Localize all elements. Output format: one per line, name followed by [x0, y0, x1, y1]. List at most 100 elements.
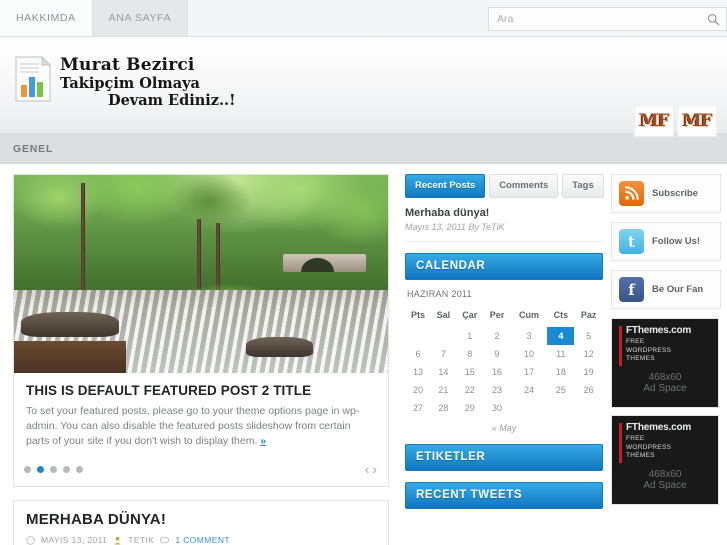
featured-slider: THIS IS DEFAULT FEATURED POST 2 TITLE To… [13, 174, 389, 487]
header-badges: MF MF [634, 105, 717, 137]
twitter-label: Follow Us! [652, 236, 701, 247]
facebook-icon: f [619, 277, 644, 302]
calendar-day: 6 [415, 349, 421, 359]
twitter-icon: t [619, 229, 644, 254]
recent-post-meta: Mayıs 13, 2011 By TeTiK [405, 222, 505, 232]
calendar-icon [26, 535, 35, 545]
stone-bridge [283, 254, 366, 272]
featured-description: To set your featured posts, please go to… [26, 404, 376, 449]
page-body: THIS IS DEFAULT FEATURED POST 2 TITLE To… [0, 164, 727, 545]
slider-dot-2[interactable] [37, 465, 44, 473]
featured-image[interactable] [14, 175, 388, 373]
post-entry: MERHABA DÜNYA! MAYIS 13, 2011 TETIK 1 CO… [13, 500, 389, 545]
tags-heading: ETIKETLER [405, 444, 603, 471]
calendar-table: Pts Sal Çar Per Cum Cts Paz 1 2 3 4 5 6 … [405, 306, 603, 417]
mf-badge[interactable]: MF [634, 105, 674, 137]
calendar-day: 25 [555, 385, 566, 395]
weekday-cts: Cts [553, 310, 569, 320]
nav-item-label: HAKKIMDA [16, 12, 76, 24]
subscribe-button[interactable]: Subscribe [611, 174, 721, 213]
site-logo[interactable]: Murat Bezirci Takipçim Olmaya Devam Edin… [14, 55, 235, 109]
calendar-day: 18 [555, 367, 566, 377]
tree-trunk [81, 182, 86, 298]
slider-dot-1[interactable] [24, 465, 31, 473]
post-comment-count[interactable]: 1 COMMENT [175, 535, 230, 545]
calendar-day: 24 [523, 385, 534, 395]
calendar-day: 3 [526, 331, 532, 341]
weekday-sal: Sal [436, 310, 451, 320]
logo-text: Murat Bezirci Takipçim Olmaya Devam Edin… [60, 55, 235, 110]
post-author[interactable]: TETIK [128, 535, 154, 545]
riverbank [14, 341, 127, 373]
calendar-day: 7 [440, 349, 446, 359]
featured-description-text: To set your featured posts, please go to… [26, 405, 360, 447]
read-more-link[interactable]: » [260, 435, 266, 447]
calendar-day: 5 [586, 331, 592, 341]
slider-next-arrow[interactable]: › [371, 461, 378, 477]
calendar-day: 29 [464, 403, 475, 413]
calendar-day: 22 [464, 385, 475, 395]
calendar-day: 12 [583, 349, 594, 359]
slider-dot-3[interactable] [50, 465, 57, 473]
calendar-day: 8 [467, 349, 473, 359]
calendar-day [547, 399, 574, 417]
ad-accent-bar [619, 326, 622, 366]
featured-body: THIS IS DEFAULT FEATURED POST 2 TITLE To… [14, 373, 388, 453]
sidebar-column: Recent Posts Comments Tags Merhaba dünya… [398, 174, 604, 545]
slider-controls: ‹ › [14, 453, 388, 486]
calendar-weekday-row: Pts Sal Çar Per Cum Cts Paz [405, 306, 603, 327]
ad-banner[interactable]: FThemes.com FREE WORDPRESS THEMES 468x60… [611, 318, 719, 408]
weekday-per: Per [489, 310, 505, 320]
weekday-pts: Pts [410, 310, 425, 320]
mf-badge[interactable]: MF [677, 105, 717, 137]
calendar-day: 23 [492, 385, 503, 395]
search-button[interactable] [700, 8, 726, 30]
calendar-prev-link[interactable]: « May [405, 417, 603, 433]
ad-brand: FThemes.com [626, 325, 692, 336]
calendar-day: 19 [583, 367, 594, 377]
tweets-heading: RECENT TWEETS [405, 482, 603, 509]
nav-item-ana-sayfa[interactable]: ANA SAYFA [92, 0, 189, 36]
search-box [488, 7, 727, 31]
facebook-label: Be Our Fan [652, 284, 704, 295]
slider-dot-5[interactable] [76, 465, 83, 473]
category-item-genel[interactable]: GENEL [13, 143, 53, 155]
ad-space-label: Ad Space [643, 382, 687, 394]
slider-dot-4[interactable] [63, 465, 70, 473]
calendar-day [510, 399, 547, 417]
primary-nav: HAKKIMDA ANA SAYFA [0, 0, 189, 36]
nav-item-hakkimda[interactable]: HAKKIMDA [0, 0, 93, 36]
ad-size: 468x60 [648, 468, 682, 480]
calendar-day: 11 [556, 349, 566, 359]
ad-size: 468x60 [648, 371, 682, 383]
weekday-cum: Cum [518, 310, 539, 320]
calendar-week-row: 20 21 22 23 24 25 26 [405, 381, 603, 399]
tab-tags[interactable]: Tags [562, 174, 604, 198]
search-input[interactable] [489, 13, 700, 25]
recent-post-title[interactable]: Merhaba dünya! [405, 207, 603, 219]
twitter-follow-button[interactable]: t Follow Us! [611, 222, 721, 261]
ad-brand: FThemes.com [626, 422, 692, 433]
calendar-day [574, 399, 603, 417]
post-title[interactable]: MERHABA DÜNYA! [26, 511, 376, 528]
calendar-day-today[interactable]: 4 [547, 327, 575, 345]
calendar-day: 16 [492, 367, 503, 377]
tab-recent-posts[interactable]: Recent Posts [405, 174, 486, 198]
slider-dots [24, 465, 83, 473]
ad-banner[interactable]: FThemes.com FREE WORDPRESS THEMES 468x60… [611, 415, 719, 505]
facebook-fan-button[interactable]: f Be Our Fan [611, 270, 721, 309]
slider-prev-arrow[interactable]: ‹ [364, 461, 371, 477]
calendar-day: 17 [523, 367, 534, 377]
comment-icon [160, 536, 170, 543]
rss-icon [619, 181, 644, 206]
calendar-day: 20 [412, 385, 423, 395]
calendar-day: 21 [438, 385, 449, 395]
calendar-day: 26 [583, 385, 594, 395]
category-nav: GENEL [0, 134, 727, 164]
post-date: MAYIS 13, 2011 [41, 535, 108, 545]
logo-line-2: Takipçim Olmaya [60, 75, 200, 92]
sidebar-tabs: Recent Posts Comments Tags [405, 174, 604, 198]
calendar-day: 15 [464, 367, 475, 377]
tab-comments[interactable]: Comments [489, 174, 559, 198]
ad-accent-bar [619, 423, 622, 463]
